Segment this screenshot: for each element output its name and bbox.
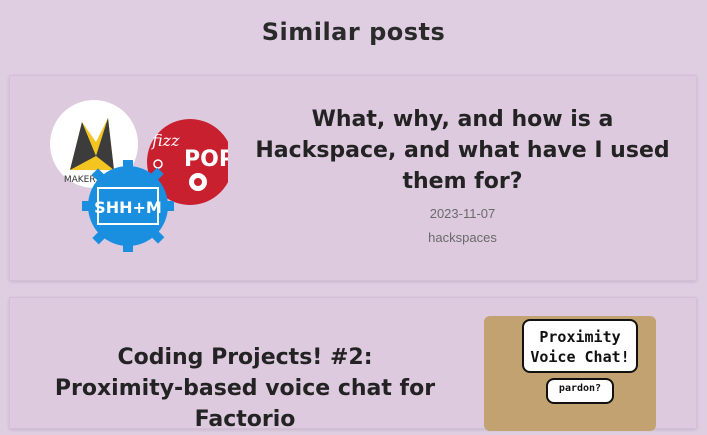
speech-bubble-main: Proximity Voice Chat! [522,319,638,373]
post-tag[interactable]: hackspaces [255,230,670,245]
post-date: 2023-11-07 [429,206,496,221]
post-title[interactable]: What, why, and how is a Hackspace, and w… [255,104,670,197]
fizzpop-small-text: fizz [151,131,180,150]
hackspace-logos-image[interactable]: MAKERSPACE fizz POP SHH+M [48,100,228,256]
shhm-logo: SHH+M [82,160,174,252]
fizzpop-big-text: POP [184,147,228,172]
post-card[interactable]: Coding Projects! #2: Proximity-based voi… [10,298,696,432]
speech-bubble-small: pardon? [546,378,614,404]
shhm-logo-text: SHH+M [94,198,162,217]
similar-posts-heading: Similar posts [261,18,446,46]
post-thumbnail[interactable]: Proximity Voice Chat! pardon? [484,316,656,431]
post-title[interactable]: Coding Projects! #2: Proximity-based voi… [50,342,440,435]
post-card[interactable]: MAKERSPACE fizz POP SHH+M What, why, and… [10,76,696,280]
